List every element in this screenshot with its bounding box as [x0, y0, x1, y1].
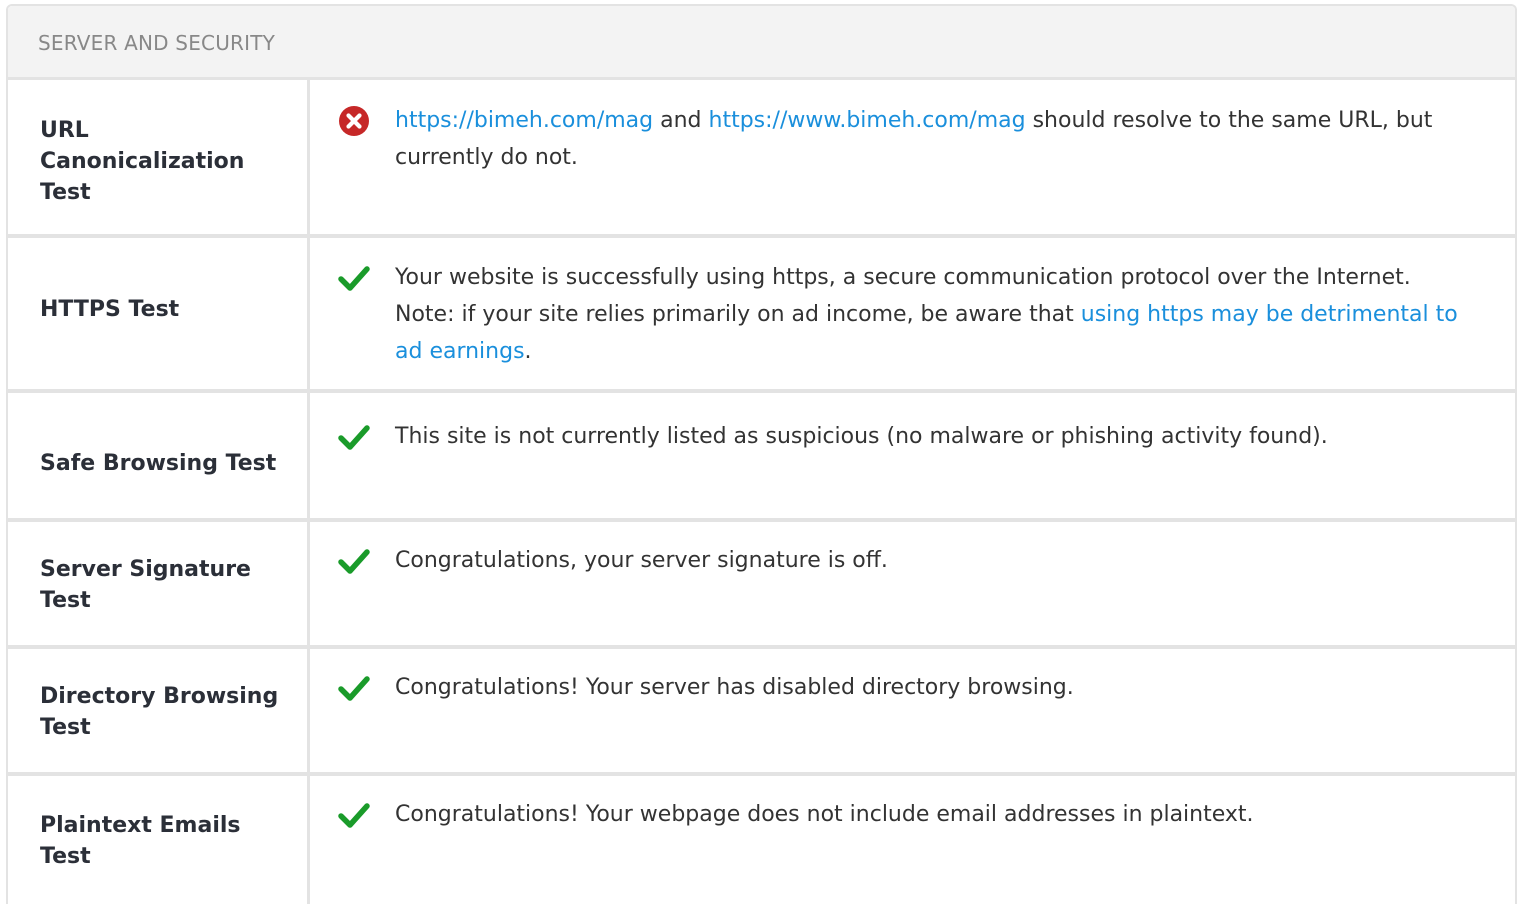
www-bimeh-mag-link[interactable]: https://www.bimeh.com/mag [709, 108, 1026, 133]
test-label-cell: Directory Browsing Test [8, 649, 310, 772]
message-text: and [653, 108, 709, 133]
test-row-url-canonicalization: URL Canonicalization Test https://bimeh.… [8, 80, 1515, 238]
test-label: Plaintext Emails Test [40, 813, 241, 869]
pass-check-icon [338, 545, 370, 577]
test-label: URL Canonicalization Test [40, 117, 245, 205]
fail-x-icon [338, 105, 370, 137]
test-result-cell: Congratulations! Your webpage does not i… [310, 776, 1515, 904]
pass-check-icon [338, 799, 370, 831]
bimeh-mag-link[interactable]: https://bimeh.com/mag [395, 108, 653, 133]
test-label-cell: Safe Browsing Test [8, 393, 310, 518]
message-text: Congratulations! Your server has disable… [395, 675, 1074, 700]
test-label-cell: Server Signature Test [8, 522, 310, 645]
message-text: Congratulations! Your webpage does not i… [395, 802, 1254, 827]
pass-check-icon [338, 672, 370, 704]
test-result-message: https://bimeh.com/mag and https://www.bi… [395, 102, 1475, 176]
message-text: . [524, 339, 532, 364]
test-label: Directory Browsing Test [40, 683, 279, 740]
test-label: Safe Browsing Test [40, 451, 277, 476]
test-result-message: Congratulations! Your webpage does not i… [395, 796, 1475, 833]
server-security-panel: SERVER AND SECURITY URL Canonicalization… [6, 4, 1517, 904]
test-result-message: Your website is successfully using https… [395, 259, 1475, 370]
test-result-message: Congratulations, your server signature i… [395, 542, 1475, 579]
pass-check-icon [338, 421, 370, 453]
test-result-cell: Congratulations, your server signature i… [310, 522, 1515, 645]
test-result-cell: Congratulations! Your server has disable… [310, 649, 1515, 772]
test-result-message: This site is not currently listed as sus… [395, 418, 1475, 455]
section-title: SERVER AND SECURITY [38, 30, 276, 55]
message-text: Congratulations, your server signature i… [395, 548, 888, 573]
pass-check-icon [338, 262, 370, 294]
test-row-plaintext-emails: Plaintext Emails Test Congratulations! Y… [8, 776, 1515, 904]
test-result-message: Congratulations! Your server has disable… [395, 669, 1475, 706]
test-label-cell: Plaintext Emails Test [8, 776, 310, 904]
test-row-server-signature: Server Signature Test Congratulations, y… [8, 522, 1515, 649]
message-text: This site is not currently listed as sus… [395, 424, 1328, 449]
test-row-directory-browsing: Directory Browsing Test Congratulations!… [8, 649, 1515, 776]
panel-header: SERVER AND SECURITY [8, 6, 1515, 80]
test-row-https: HTTPS Test Your website is successfully … [8, 238, 1515, 393]
test-label-cell: HTTPS Test [8, 238, 310, 389]
test-row-safe-browsing: Safe Browsing Test This site is not curr… [8, 393, 1515, 522]
test-label: Server Signature Test [40, 556, 251, 613]
test-result-cell: This site is not currently listed as sus… [310, 393, 1515, 518]
test-label: HTTPS Test [40, 297, 180, 322]
test-result-cell: Your website is successfully using https… [310, 238, 1515, 389]
test-label-cell: URL Canonicalization Test [8, 80, 310, 234]
test-result-cell: https://bimeh.com/mag and https://www.bi… [310, 80, 1515, 234]
